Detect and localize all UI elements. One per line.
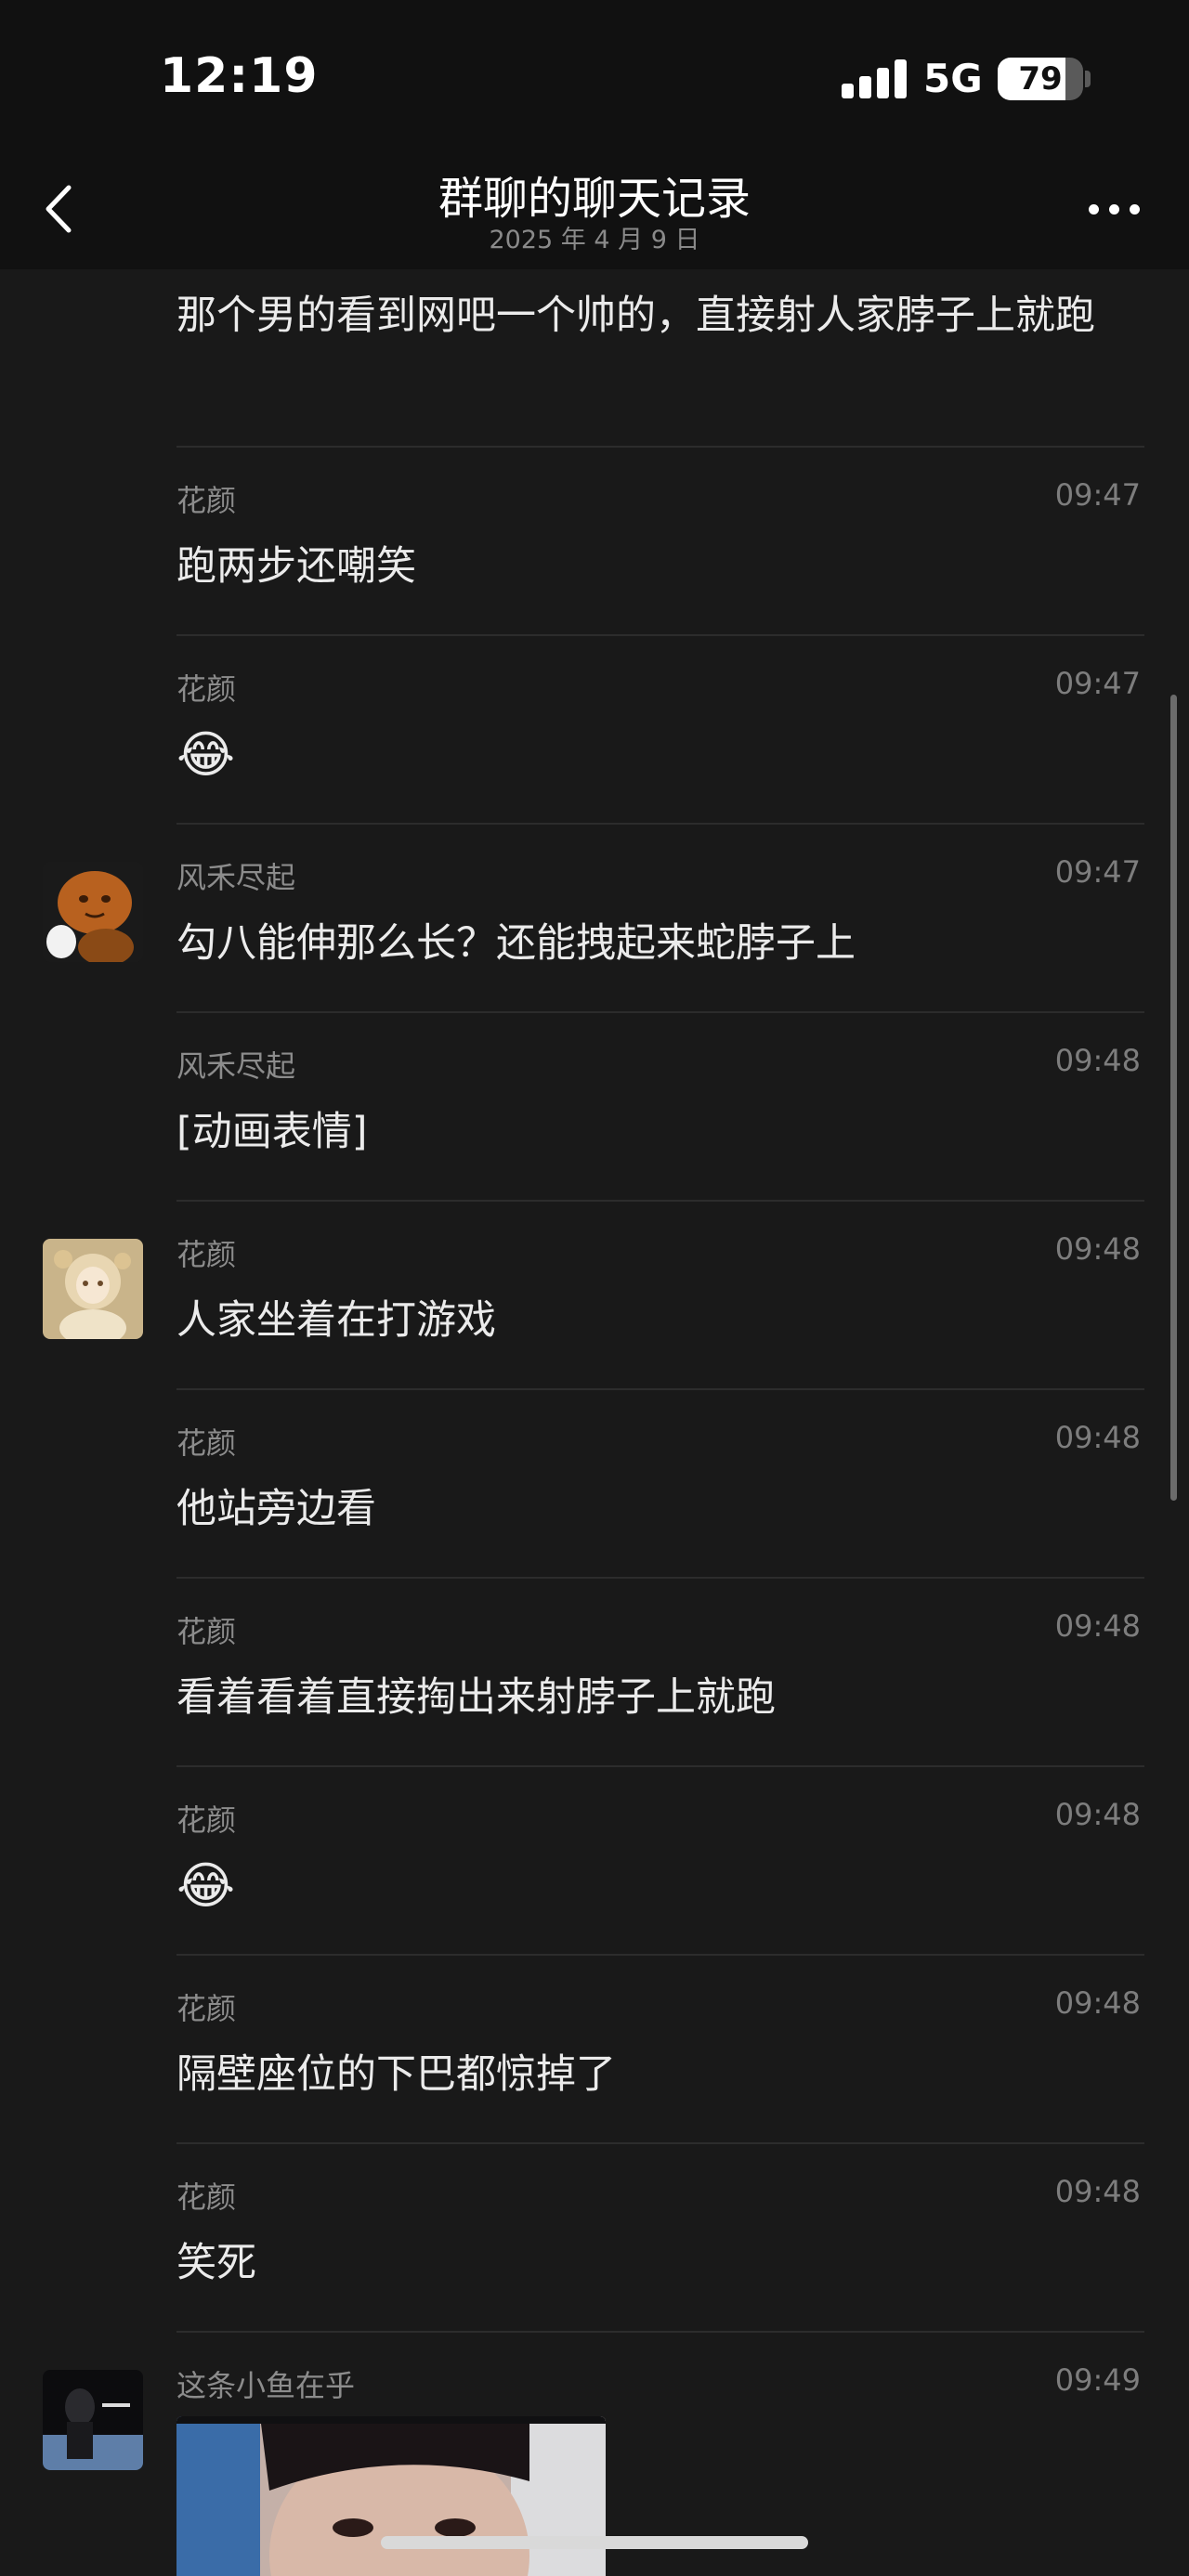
message-time: 09:47 bbox=[1054, 666, 1141, 701]
chat-history-screen: 12:19 5G 79 群聊的聊天记录 2025 年 4 月 9 日 那个男的看… bbox=[0, 0, 1189, 2576]
doll-avatar[interactable] bbox=[43, 1239, 143, 1339]
face-photo-thumbnail[interactable] bbox=[176, 2416, 606, 2576]
message-item[interactable]: 花颜 09:48 他站旁边看 bbox=[0, 1390, 1189, 1579]
dark-photo-avatar-icon bbox=[43, 2370, 143, 2470]
battery-icon: 79 bbox=[998, 58, 1083, 100]
message-time: 09:48 bbox=[1054, 1797, 1141, 1832]
message-time: 09:48 bbox=[1054, 1985, 1141, 2021]
more-button[interactable] bbox=[1078, 186, 1152, 232]
message-sender: 花颜 bbox=[176, 671, 237, 707]
message-text: 跑两步还嘲笑 bbox=[176, 543, 416, 590]
message-time: 09:48 bbox=[1054, 2174, 1141, 2209]
message-time: 09:49 bbox=[1054, 2362, 1141, 2398]
message-item[interactable]: 风禾尽起 09:47 勾八能伸那么长？还能拽起来蛇脖子上 bbox=[0, 825, 1189, 1013]
message-item[interactable]: 花颜 09:48 看着看着直接掏出来射脖子上就跑 bbox=[0, 1579, 1189, 1767]
status-bar: 12:19 5G 79 bbox=[0, 0, 1189, 149]
message-time: 09:48 bbox=[1054, 1608, 1141, 1644]
message-item[interactable]: 花颜 09:47 跑两步还嘲笑 bbox=[0, 448, 1189, 636]
message-item[interactable]: 那个男的看到网吧一个帅的，直接射人家脖子上就跑 bbox=[0, 269, 1189, 448]
message-time: 09:47 bbox=[1054, 477, 1141, 513]
message-sender: 风禾尽起 bbox=[176, 1048, 296, 1084]
message-item[interactable]: 花颜 09:47 😂 bbox=[0, 636, 1189, 825]
message-sender: 风禾尽起 bbox=[176, 860, 296, 895]
message-time: 09:48 bbox=[1054, 1043, 1141, 1078]
back-button[interactable] bbox=[33, 176, 93, 241]
message-sender: 花颜 bbox=[176, 2179, 237, 2215]
message-text: 勾八能伸那么长？还能拽起来蛇脖子上 bbox=[176, 920, 856, 967]
doll-avatar-icon bbox=[43, 1239, 143, 1339]
cartoon-avatar[interactable] bbox=[43, 862, 143, 962]
scrollbar[interactable] bbox=[1170, 695, 1177, 1501]
network-type: 5G bbox=[923, 56, 983, 101]
message-time: 09:47 bbox=[1054, 854, 1141, 890]
message-text: [动画表情] bbox=[176, 1109, 368, 1155]
message-text: 看着看着直接掏出来射脖子上就跑 bbox=[176, 1674, 776, 1721]
page-subtitle-date: 2025 年 4 月 9 日 bbox=[489, 226, 700, 254]
message-text: 那个男的看到网吧一个帅的，直接射人家脖子上就跑 bbox=[176, 293, 1095, 339]
nav-bar: 群聊的聊天记录 2025 年 4 月 9 日 bbox=[0, 149, 1189, 269]
message-text: 他站旁边看 bbox=[176, 1486, 376, 1532]
message-sender: 花颜 bbox=[176, 1425, 237, 1461]
message-sender: 这条小鱼在乎 bbox=[176, 2368, 356, 2403]
message-time: 09:48 bbox=[1054, 1231, 1141, 1267]
dark-photo-avatar[interactable] bbox=[43, 2370, 143, 2470]
message-item[interactable]: 花颜 09:48 人家坐着在打游戏 bbox=[0, 1202, 1189, 1390]
home-indicator[interactable] bbox=[381, 2536, 808, 2549]
message-text: 笑死 bbox=[176, 2240, 256, 2286]
message-item[interactable]: 花颜 09:48 😂 bbox=[0, 1767, 1189, 1956]
photo-thumbnail-image bbox=[176, 2416, 606, 2576]
message-item[interactable]: 花颜 09:48 隔壁座位的下巴都惊掉了 bbox=[0, 1956, 1189, 2144]
message-sender: 花颜 bbox=[176, 1991, 237, 2026]
page-title: 群聊的聊天记录 bbox=[438, 173, 751, 225]
message-sender: 花颜 bbox=[176, 483, 237, 518]
laughing-emoji: 😂 bbox=[176, 725, 236, 784]
more-dots-icon bbox=[1089, 204, 1099, 215]
message-time: 09:48 bbox=[1054, 1420, 1141, 1455]
cartoon-avatar-icon bbox=[43, 862, 143, 962]
message-item[interactable]: 花颜 09:48 笑死 bbox=[0, 2144, 1189, 2333]
cellular-signal-icon bbox=[842, 58, 907, 98]
status-time: 12:19 bbox=[160, 48, 319, 104]
message-sender: 花颜 bbox=[176, 1237, 237, 1272]
message-text: 隔壁座位的下巴都惊掉了 bbox=[176, 2051, 616, 2098]
battery-percent: 79 bbox=[1018, 60, 1063, 98]
message-item[interactable]: 风禾尽起 09:48 [动画表情] bbox=[0, 1013, 1189, 1202]
message-sender: 花颜 bbox=[176, 1802, 237, 1838]
message-sender: 花颜 bbox=[176, 1614, 237, 1649]
chevron-left-icon bbox=[46, 185, 72, 233]
battery-tip bbox=[1085, 71, 1091, 87]
laughing-emoji: 😂 bbox=[176, 1856, 236, 1915]
message-text: 人家坐着在打游戏 bbox=[176, 1297, 496, 1344]
